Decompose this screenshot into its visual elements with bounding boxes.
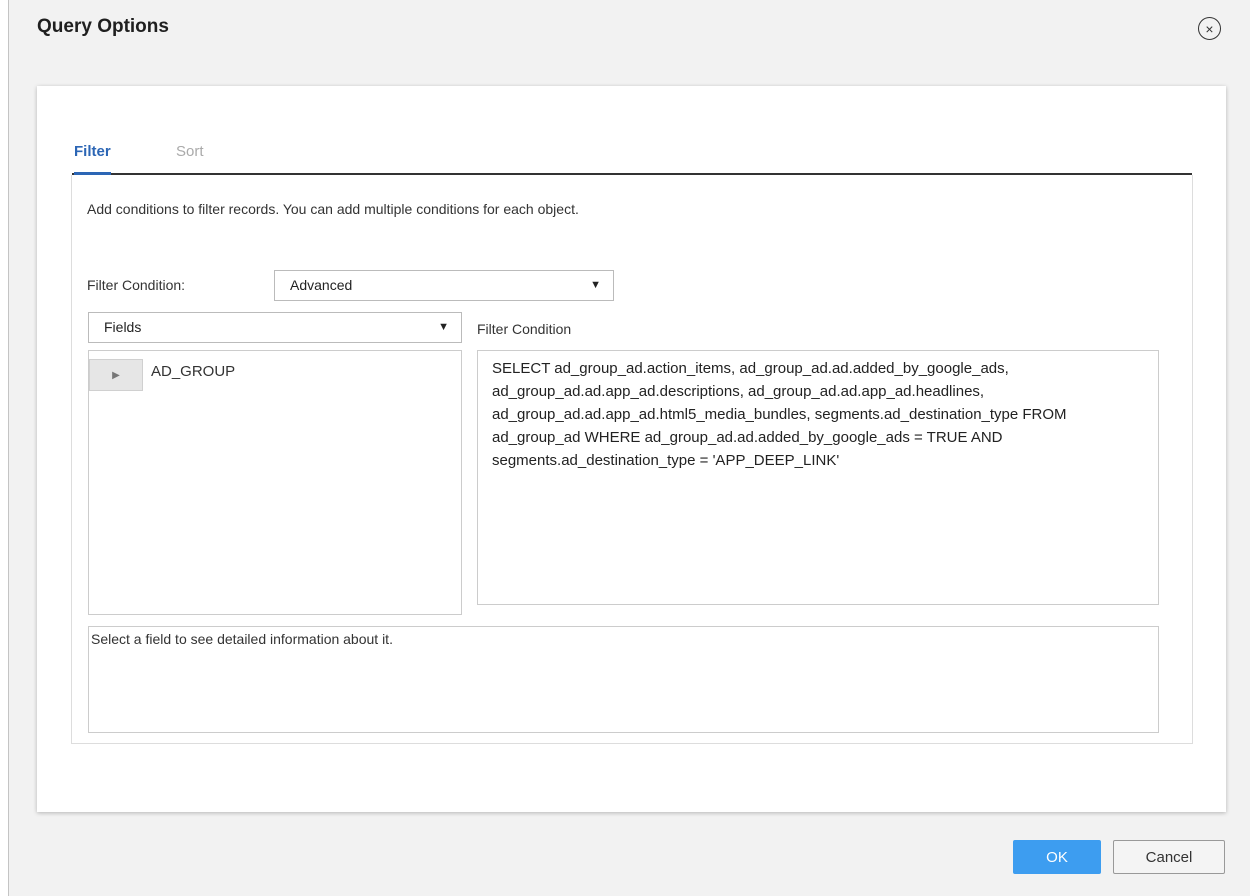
dialog-title: Query Options bbox=[37, 16, 169, 37]
fields-tree: ▶ AD_GROUP bbox=[88, 350, 462, 615]
tab-bar: Filter Sort bbox=[72, 141, 1192, 175]
caret-down-icon: ▼ bbox=[438, 321, 449, 333]
condition-editor-label: Filter Condition bbox=[477, 321, 572, 337]
caret-down-icon: ▼ bbox=[590, 279, 601, 291]
tab-sort[interactable]: Sort bbox=[176, 143, 204, 160]
play-triangle-icon[interactable]: ▶ bbox=[89, 359, 143, 391]
close-icon[interactable]: × bbox=[1198, 17, 1221, 40]
options-card: Filter Sort Add conditions to filter rec… bbox=[37, 86, 1226, 812]
filter-condition-label: Filter Condition: bbox=[87, 277, 186, 293]
filter-condition-value: Advanced bbox=[290, 277, 353, 293]
filter-panel: Add conditions to filter records. You ca… bbox=[71, 175, 1193, 744]
fields-select[interactable]: Fields ▼ bbox=[88, 312, 462, 343]
condition-editor[interactable]: SELECT ad_group_ad.action_items, ad_grou… bbox=[477, 350, 1159, 605]
cancel-button[interactable]: Cancel bbox=[1113, 840, 1225, 874]
ok-button[interactable]: OK bbox=[1013, 840, 1101, 874]
tab-filter[interactable]: Filter bbox=[74, 143, 111, 175]
filter-condition-select[interactable]: Advanced ▼ bbox=[274, 270, 614, 301]
filter-description: Add conditions to filter records. You ca… bbox=[87, 201, 579, 217]
field-info-box: Select a field to see detailed informati… bbox=[88, 626, 1159, 733]
window-left-edge bbox=[0, 0, 9, 896]
field-item-ad-group[interactable]: AD_GROUP bbox=[151, 363, 235, 380]
fields-select-value: Fields bbox=[104, 319, 142, 335]
